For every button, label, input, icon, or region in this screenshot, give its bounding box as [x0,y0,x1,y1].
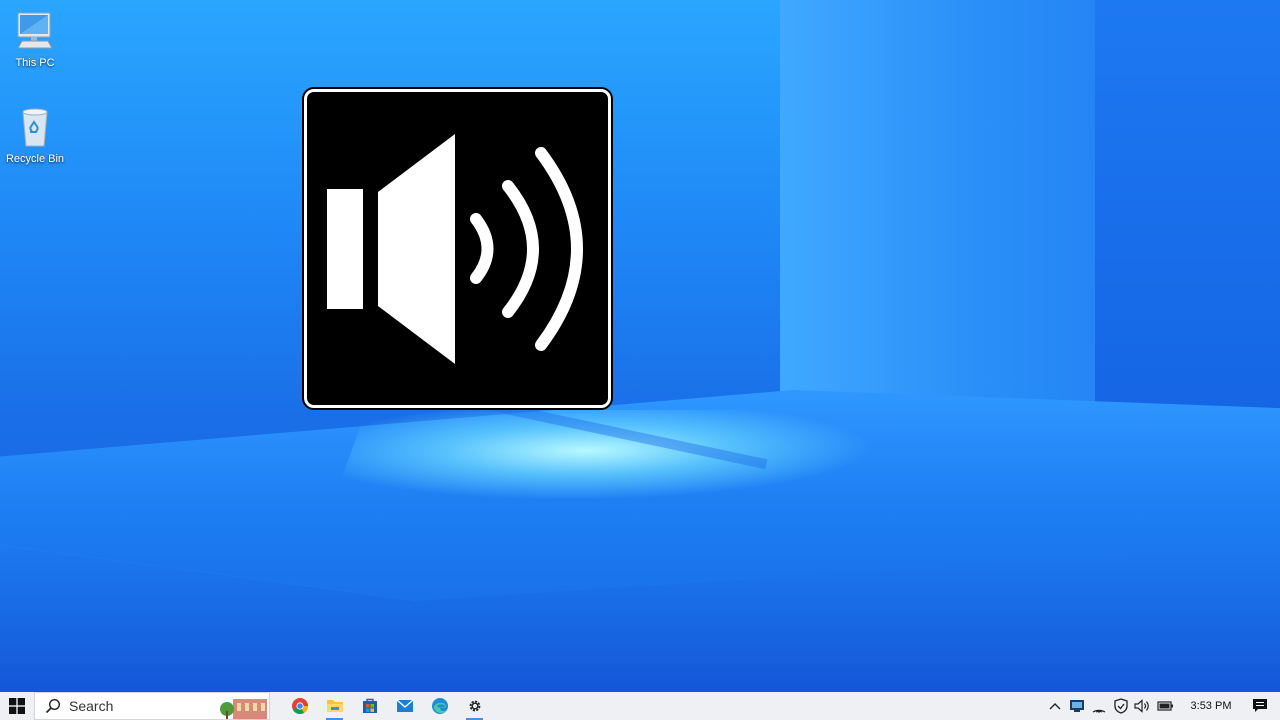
search-highlight-icon [220,699,267,719]
taskbar-app-store[interactable] [352,692,387,720]
taskbar-app-file-explorer[interactable] [317,692,352,720]
notification-icon [1253,699,1267,712]
tray-security[interactable] [1110,692,1132,720]
wifi-icon [1092,709,1106,713]
action-center-button[interactable] [1240,692,1280,720]
taskbar-app-mail[interactable] [387,692,422,720]
volume-icon [1134,699,1149,713]
tray-overflow-button[interactable] [1044,692,1066,720]
battery-icon [1157,701,1173,711]
taskbar-clock[interactable]: 3:53 PM [1182,700,1240,712]
search-placeholder: Search [69,698,114,714]
computer-icon [17,12,53,49]
edge-icon [431,698,448,714]
desktop-wallpaper [0,0,1280,692]
tray-device[interactable] [1066,692,1088,720]
mail-icon [396,699,413,712]
search-icon [45,698,61,714]
wallpaper-right-wall [1095,0,1280,420]
desktop-icon-label: Recycle Bin [5,153,65,165]
search-box[interactable]: Search [34,692,270,720]
device-icon [1070,700,1084,712]
tray-battery[interactable] [1154,692,1176,720]
chrome-icon [291,698,308,714]
recycle-bin-icon [22,108,48,147]
start-button[interactable] [0,692,34,720]
wallpaper-light-glow [333,410,887,500]
taskbar-app-edge[interactable] [422,692,457,720]
folder-icon [326,700,343,712]
tray-network[interactable] [1088,692,1110,720]
system-tray: 3:53 PM [1044,692,1280,720]
taskbar: Search 3:53 PM [0,692,1280,720]
windows-logo-icon [9,698,25,714]
speaker-volume-icon [327,134,583,364]
desktop-icon-this-pc[interactable]: This PC [0,10,70,69]
speaker-volume-overlay [304,89,611,408]
desktop-icon-label: This PC [15,57,55,69]
store-icon [362,698,377,713]
taskbar-app-chrome[interactable] [282,692,317,720]
taskbar-app-settings[interactable] [457,692,492,720]
tray-volume[interactable] [1132,692,1154,720]
chevron-up-icon [1049,703,1061,710]
clock-time: 3:53 PM [1190,700,1232,712]
security-shield-icon [1114,698,1128,714]
gear-icon [469,700,480,712]
desktop-icon-recycle-bin[interactable]: Recycle Bin [0,106,70,165]
